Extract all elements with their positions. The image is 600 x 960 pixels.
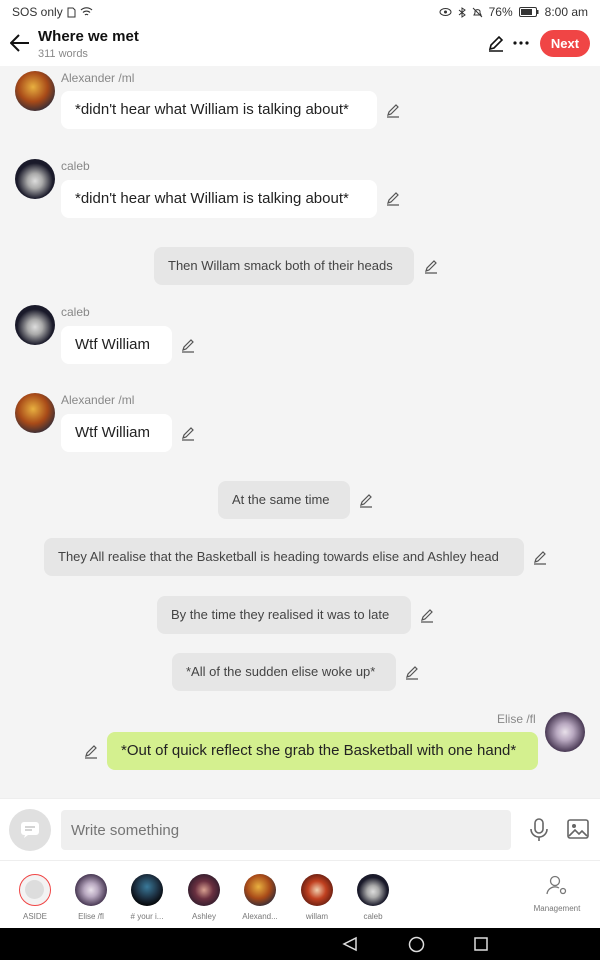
character-caleb[interactable]: caleb bbox=[345, 874, 401, 921]
next-button[interactable]: Next bbox=[540, 30, 590, 57]
message-bubble[interactable]: Wtf William bbox=[61, 326, 172, 364]
chat-bubble-icon bbox=[21, 822, 39, 838]
character-label: Elise /fl bbox=[78, 912, 104, 921]
avatar-caleb[interactable] bbox=[15, 159, 55, 199]
avatar-alexander[interactable] bbox=[15, 393, 55, 433]
edit-message-icon[interactable] bbox=[419, 607, 435, 623]
avatar-elise[interactable] bbox=[545, 712, 585, 752]
aside-icon bbox=[19, 874, 51, 906]
character-label: ASIDE bbox=[22, 912, 47, 921]
edit-pencil-icon[interactable] bbox=[487, 34, 505, 52]
avatar-willam bbox=[301, 874, 333, 906]
message-sender-name: Alexander /ml bbox=[61, 71, 135, 85]
edit-message-icon[interactable] bbox=[385, 190, 401, 206]
avatar-your-i bbox=[131, 874, 163, 906]
character-label: Alexand... bbox=[242, 912, 278, 921]
user-message-bubble[interactable]: *Out of quick reflect she grab the Baske… bbox=[107, 732, 538, 770]
user-settings-icon bbox=[546, 875, 567, 895]
message-sender-name: Elise /fl bbox=[497, 712, 536, 726]
avatar-alexander bbox=[244, 874, 276, 906]
message-bubble[interactable]: *didn't hear what William is talking abo… bbox=[61, 91, 377, 129]
narration-bubble[interactable]: By the time they realised it was to late bbox=[157, 596, 411, 634]
avatar-ashley bbox=[188, 874, 220, 906]
character-label: caleb bbox=[363, 912, 383, 921]
battery-percent: 76% bbox=[488, 5, 513, 19]
character-label: Ashley bbox=[191, 912, 216, 921]
status-sos-text: SOS only bbox=[12, 5, 63, 19]
character-ashley[interactable]: Ashley bbox=[176, 874, 232, 921]
edit-message-icon[interactable] bbox=[532, 549, 548, 565]
mute-icon bbox=[472, 7, 482, 17]
edit-message-icon[interactable] bbox=[404, 664, 420, 680]
edit-message-icon[interactable] bbox=[83, 743, 99, 759]
bluetooth-icon bbox=[458, 6, 466, 18]
avatar-alexander[interactable] bbox=[15, 71, 55, 111]
top-bar: Where we met 311 words Next bbox=[0, 24, 600, 66]
more-options-icon[interactable] bbox=[513, 41, 529, 45]
edit-message-icon[interactable] bbox=[385, 102, 401, 118]
image-upload-icon[interactable] bbox=[567, 819, 589, 839]
avatar-caleb bbox=[357, 874, 389, 906]
character-aside[interactable]: ASIDE bbox=[7, 874, 63, 921]
status-bar: SOS only 76% 8:00 am bbox=[0, 0, 600, 24]
message-composer bbox=[0, 798, 600, 860]
character-elise[interactable]: Elise /fl bbox=[63, 874, 119, 921]
character-willam[interactable]: willam bbox=[289, 874, 345, 921]
message-sender-name: caleb bbox=[61, 159, 90, 173]
status-time: 8:00 am bbox=[544, 5, 588, 19]
system-navigation-bar bbox=[0, 928, 600, 960]
character-alexander[interactable]: Alexand... bbox=[232, 874, 288, 921]
message-bubble[interactable]: Wtf William bbox=[61, 414, 172, 452]
back-arrow-icon[interactable] bbox=[10, 34, 30, 52]
avatar-caleb[interactable] bbox=[15, 305, 55, 345]
message-sender-name: Alexander /ml bbox=[61, 393, 135, 407]
character-label: willam bbox=[305, 912, 329, 921]
home-nav-icon[interactable] bbox=[408, 936, 425, 953]
avatar-elise bbox=[75, 874, 107, 906]
message-sender-name: caleb bbox=[61, 305, 90, 319]
character-your-i[interactable]: # your i... bbox=[119, 874, 175, 921]
recents-nav-icon[interactable] bbox=[474, 937, 488, 951]
battery-icon bbox=[518, 7, 539, 17]
edit-message-icon[interactable] bbox=[180, 425, 196, 441]
management-label: Management bbox=[533, 904, 581, 913]
management-button[interactable]: Management bbox=[526, 874, 588, 913]
aside-toggle-button[interactable] bbox=[9, 809, 51, 851]
character-selector-bar: ASIDE Elise /fl # your i... Ashley Alexa… bbox=[0, 860, 600, 928]
message-input[interactable] bbox=[61, 810, 511, 850]
edit-message-icon[interactable] bbox=[180, 337, 196, 353]
sim-icon bbox=[67, 7, 76, 17]
message-bubble[interactable]: *didn't hear what William is talking abo… bbox=[61, 180, 377, 218]
narration-bubble[interactable]: Then Willam smack both of their heads bbox=[154, 247, 414, 285]
eye-comfort-icon bbox=[439, 8, 452, 16]
wifi-icon bbox=[80, 7, 93, 16]
edit-message-icon[interactable] bbox=[423, 258, 439, 274]
edit-message-icon[interactable] bbox=[358, 492, 374, 508]
character-label: # your i... bbox=[130, 912, 164, 921]
narration-bubble[interactable]: At the same time bbox=[218, 481, 350, 519]
narration-bubble[interactable]: They All realise that the Basketball is … bbox=[44, 538, 524, 576]
page-title: Where we met bbox=[38, 28, 139, 45]
narration-bubble[interactable]: *All of the sudden elise woke up* bbox=[172, 653, 396, 691]
back-nav-icon[interactable] bbox=[342, 936, 358, 952]
microphone-icon[interactable] bbox=[529, 818, 549, 842]
word-count: 311 words bbox=[38, 48, 88, 60]
